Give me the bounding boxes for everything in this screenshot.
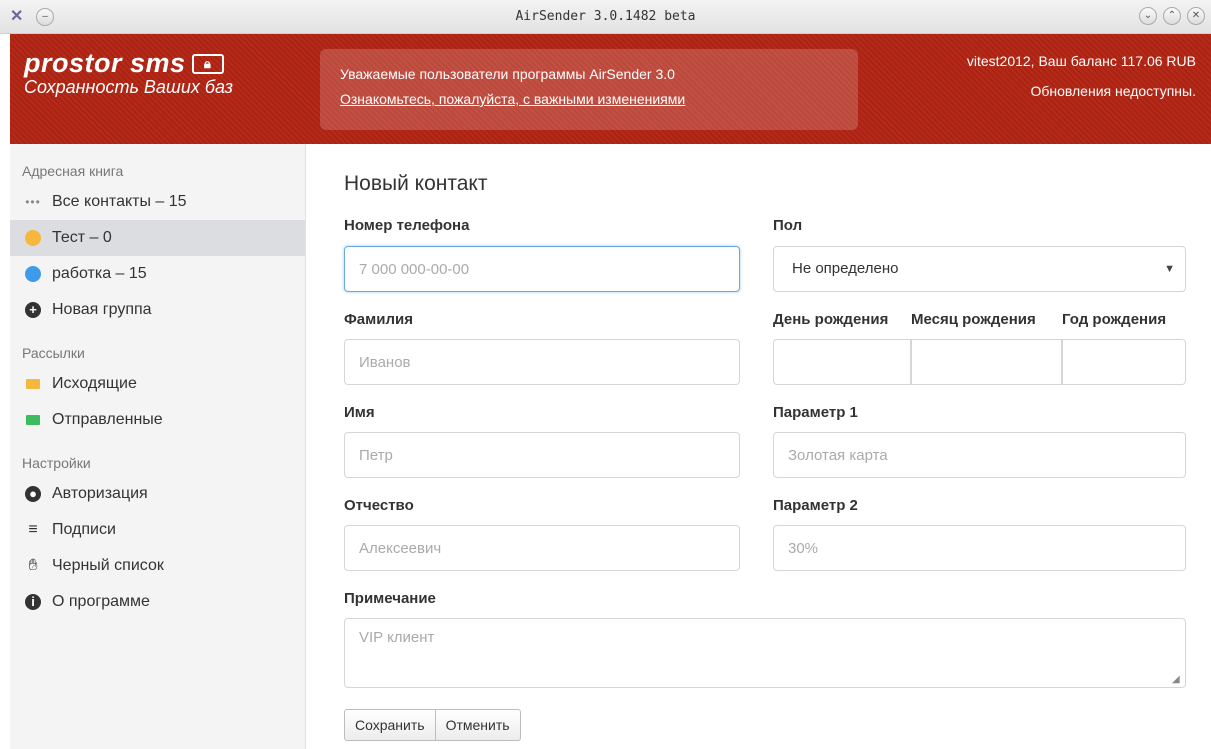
hamburger-icon: ≡ xyxy=(28,521,38,538)
birth-month-label: Месяц рождения xyxy=(911,311,1036,328)
gender-label: Пол xyxy=(773,217,803,234)
middlename-input[interactable] xyxy=(344,525,740,571)
sidebar-item-label: Новая группа xyxy=(52,301,152,318)
gender-select[interactable]: Не определено ▼ xyxy=(773,246,1186,292)
brand-name: prostor sms xyxy=(24,48,186,78)
minimize-button[interactable]: ⌄ xyxy=(1139,7,1157,25)
notice-banner: Уважаемые пользователи программы AirSend… xyxy=(320,49,858,130)
lastname-input[interactable] xyxy=(344,339,740,385)
dots-icon: ••• xyxy=(25,195,41,209)
group-color-dot-icon xyxy=(25,266,41,282)
phone-input[interactable] xyxy=(344,246,740,292)
param1-label: Параметр 1 xyxy=(773,404,858,421)
sidebar-item-about[interactable]: i О программе xyxy=(10,584,305,620)
group-color-dot-icon xyxy=(25,230,41,246)
birth-month-input[interactable] xyxy=(911,339,1062,385)
contact-form-panel: Новый контакт Номер телефона Пол Не опре… xyxy=(306,144,1211,749)
birth-year-input[interactable] xyxy=(1062,339,1186,385)
birth-year-label: Год рождения xyxy=(1062,311,1167,328)
sidebar-item-label: Черный список xyxy=(52,557,164,574)
sidebar-item-label: Все контакты – 15 xyxy=(52,193,187,210)
info-icon: i xyxy=(25,594,41,610)
close-button[interactable]: ✕ xyxy=(1187,7,1205,25)
maximize-button[interactable]: ⌃ xyxy=(1163,7,1181,25)
middlename-label: Отчество xyxy=(344,497,414,514)
app-header: prostor sms 🔒︎ Сохранность Ваших баз Ува… xyxy=(10,34,1211,144)
plus-circle-icon: + xyxy=(25,302,41,318)
sidebar-item-group-work[interactable]: работка – 15 xyxy=(10,256,305,292)
sidebar-item-label: Подписи xyxy=(52,521,116,538)
sidebar-item-group-test[interactable]: Тест – 0 xyxy=(10,220,305,256)
form-title: Новый контакт xyxy=(344,172,488,195)
note-textarea[interactable] xyxy=(344,618,1186,688)
sidebar-item-blacklist[interactable]: ✋︎ Черный список xyxy=(10,548,305,584)
sidebar-item-label: Авторизация xyxy=(52,485,148,502)
firstname-label: Имя xyxy=(344,404,375,421)
window-title: AirSender 3.0.1482 beta xyxy=(515,9,696,24)
user-circle-icon: ● xyxy=(25,486,41,502)
gender-selected-value: Не определено xyxy=(792,260,899,277)
resize-handle-icon[interactable]: ◢ xyxy=(1172,675,1182,685)
updates-status: Обновления недоступны. xyxy=(1030,83,1196,99)
envelope-icon xyxy=(26,379,40,389)
sidebar-item-outgoing[interactable]: Исходящие xyxy=(10,366,305,402)
hand-icon: ✋︎ xyxy=(28,557,38,574)
notice-text: Уважаемые пользователи программы AirSend… xyxy=(340,66,675,82)
section-mailings: Рассылки xyxy=(22,345,85,361)
note-label: Примечание xyxy=(344,590,436,607)
logo: prostor sms 🔒︎ Сохранность Ваших баз xyxy=(24,48,233,98)
sidebar: Адресная книга ••• Все контакты – 15 Тес… xyxy=(10,144,306,749)
account-balance: vitest2012, Ваш баланс 117.06 RUB xyxy=(966,53,1196,69)
lock-icon: 🔒︎ xyxy=(191,53,224,74)
section-settings: Настройки xyxy=(22,455,91,471)
dropdown-arrow-icon: ▼ xyxy=(1164,263,1175,275)
sidebar-item-label: Исходящие xyxy=(52,375,137,392)
sidebar-item-auth[interactable]: ● Авторизация xyxy=(10,476,305,512)
lastname-label: Фамилия xyxy=(344,311,413,328)
param2-input[interactable] xyxy=(773,525,1186,571)
sidebar-item-all-contacts[interactable]: ••• Все контакты – 15 xyxy=(10,184,305,220)
brand-tagline: Сохранность Ваших баз xyxy=(24,77,233,97)
birth-day-input[interactable] xyxy=(773,339,911,385)
envelope-icon xyxy=(26,415,40,425)
sidebar-item-sent[interactable]: Отправленные xyxy=(10,402,305,438)
form-actions: Сохранить Отменить xyxy=(344,709,521,741)
section-address-book: Адресная книга xyxy=(22,163,124,179)
titlebar-right-controls: ⌄ ⌃ ✕ xyxy=(1139,7,1205,25)
param1-input[interactable] xyxy=(773,432,1186,478)
sidebar-item-label: работка – 15 xyxy=(52,265,147,282)
window-titlebar: ✕ – AirSender 3.0.1482 beta ⌄ ⌃ ✕ xyxy=(0,0,1211,34)
param2-label: Параметр 2 xyxy=(773,497,858,514)
sidebar-item-label: Отправленные xyxy=(52,411,163,428)
sidebar-item-label: О программе xyxy=(52,593,150,610)
cancel-button[interactable]: Отменить xyxy=(435,709,521,741)
sidebar-item-new-group[interactable]: + Новая группа xyxy=(10,292,305,328)
save-button[interactable]: Сохранить xyxy=(344,709,436,741)
birth-day-label: День рождения xyxy=(773,311,889,328)
firstname-input[interactable] xyxy=(344,432,740,478)
phone-label: Номер телефона xyxy=(344,217,470,234)
account-info: vitest2012, Ваш баланс 117.06 RUB Обновл… xyxy=(967,53,1196,99)
sidebar-item-signatures[interactable]: ≡ Подписи xyxy=(10,512,305,548)
notice-link[interactable]: Ознакомьтесь, пожалуйста, с важными изме… xyxy=(340,91,838,107)
sidebar-item-label: Тест – 0 xyxy=(52,229,112,246)
